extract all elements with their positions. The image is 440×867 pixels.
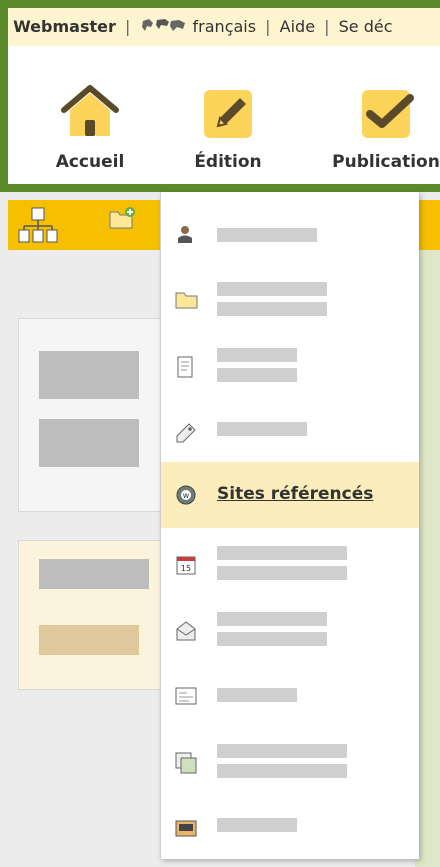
svg-text:w: w (183, 491, 190, 500)
main-navigation: Accueil Édition Publication (8, 46, 440, 184)
blurred-label (217, 302, 327, 316)
menu-item-4[interactable] (161, 400, 419, 466)
folder-icon (175, 290, 198, 310)
nav-label-edition: Édition (194, 152, 262, 172)
blurred-label (217, 818, 297, 832)
user-icon (175, 224, 195, 244)
menu-item-9[interactable] (161, 730, 419, 796)
nav-label-accueil: Accueil (55, 152, 125, 172)
menu-item-10[interactable] (161, 796, 419, 862)
content-card (18, 318, 166, 512)
nav-item-edition[interactable]: Édition (168, 80, 288, 172)
calendar-day: 15 (181, 564, 191, 573)
blurred-label (217, 228, 317, 242)
blurred-label (217, 764, 347, 778)
blurred-label (217, 348, 297, 362)
menu-item-7[interactable] (161, 598, 419, 664)
help-link[interactable]: Aide (280, 17, 315, 36)
blurred-label (217, 566, 347, 580)
sitemap-icon[interactable] (18, 206, 58, 248)
blurred-content (39, 351, 139, 399)
drawer-icon (175, 818, 197, 838)
form-icon (175, 686, 197, 706)
nav-item-accueil[interactable]: Accueil (30, 80, 150, 172)
nav-item-publication[interactable]: Publication (326, 80, 440, 172)
menu-item-1[interactable] (161, 202, 419, 268)
blurred-content (39, 559, 149, 589)
blurred-label (217, 688, 297, 702)
web-site-icon: w (175, 484, 196, 505)
menu-item-8[interactable] (161, 664, 419, 730)
top-bar: Webmaster | français | Aide | Se déc (8, 8, 440, 46)
new-folder-icon[interactable] (108, 206, 136, 234)
blurred-label (217, 612, 327, 626)
dropdown-menu: w Sites référencés 15 (160, 192, 419, 859)
pencil-icon (196, 80, 260, 144)
images-icon (175, 752, 197, 774)
checkmark-icon (354, 80, 418, 144)
blurred-label (217, 546, 347, 560)
language-link[interactable]: français (193, 17, 257, 36)
tag-icon (175, 422, 196, 443)
logout-link[interactable]: Se déc (339, 17, 393, 36)
user-name[interactable]: Webmaster (13, 17, 116, 36)
blurred-label (217, 632, 327, 646)
content-card (18, 540, 166, 690)
separator: | (124, 17, 131, 36)
menu-item-label[interactable]: Sites référencés (217, 484, 373, 504)
blurred-content (39, 625, 139, 655)
calendar-icon: 15 (175, 554, 196, 575)
blurred-label (217, 368, 297, 382)
envelope-icon (175, 620, 196, 641)
globe-icon[interactable] (139, 11, 187, 31)
nav-label-publication: Publication (332, 152, 440, 172)
home-icon (58, 80, 122, 144)
document-icon (175, 356, 195, 378)
blurred-label (217, 282, 327, 296)
menu-item-2[interactable] (161, 268, 419, 334)
menu-item-sites-references[interactable]: w Sites référencés (161, 462, 419, 528)
menu-item-3[interactable] (161, 334, 419, 400)
blurred-label (217, 744, 347, 758)
menu-item-6[interactable]: 15 (161, 532, 419, 598)
blurred-label (217, 422, 307, 436)
separator: | (265, 17, 271, 36)
separator: | (324, 17, 330, 36)
blurred-content (39, 419, 139, 467)
